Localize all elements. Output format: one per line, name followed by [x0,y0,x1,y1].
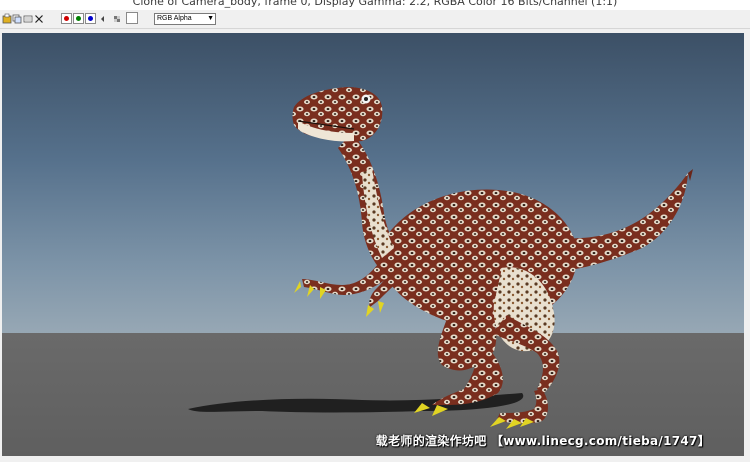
red-channel-icon [64,16,69,21]
green-channel-button[interactable] [73,13,84,24]
render-viewport: 载老师的渲染作坊吧 【www.linecg.com/tieba/1747】 [2,33,744,456]
blue-channel-button[interactable] [85,13,96,24]
title-bar: Clone of Camera_body, frame 0, Display G… [0,0,750,10]
save-image-icon[interactable] [2,13,12,25]
mono-icon[interactable] [98,13,108,25]
green-channel-icon [76,16,81,21]
red-channel-button[interactable] [61,13,72,24]
channel-select[interactable]: RGB Alpha ▼ [154,13,216,25]
channel-select-value: RGB Alpha [157,15,192,22]
copy-icon[interactable] [23,13,33,25]
clone-window-icon[interactable] [12,13,22,25]
window-title: Clone of Camera_body, frame 0, Display G… [132,0,618,8]
rendered-dinosaur [188,87,693,429]
frame-buffer-toolbar: RGB Alpha ▼ [0,10,750,29]
blue-channel-icon [88,16,93,21]
swatch-icon[interactable] [126,12,138,24]
watermark-text: 载老师的渲染作坊吧 【www.linecg.com/tieba/1747】 [375,434,710,448]
chevron-down-icon: ▼ [207,15,214,22]
render-frame: 载老师的渲染作坊吧 【www.linecg.com/tieba/1747】 [0,30,750,462]
checker-icon[interactable] [112,13,122,25]
clear-icon[interactable] [34,13,44,25]
window-border [744,30,750,462]
